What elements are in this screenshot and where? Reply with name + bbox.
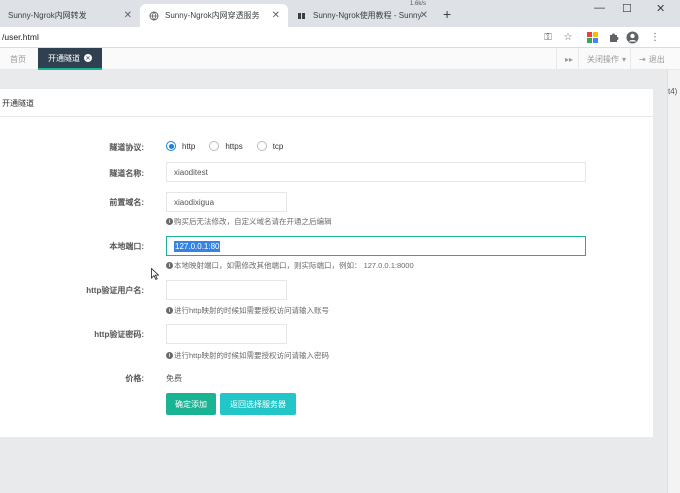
tab-title: Sunny-Ngrok内网转发	[8, 11, 87, 20]
puzzle-icon[interactable]	[606, 30, 620, 44]
tab-home-label: 首页	[10, 54, 26, 64]
tab-open-tunnel[interactable]: 开通隧道 ✕	[38, 48, 102, 70]
browser-tab-strip: Sunny-Ngrok内网转发 ✕ Sunny-Ngrok内网穿透服务 ✕ Su…	[0, 0, 680, 27]
local-port-value: 127.0.0.1:80	[174, 240, 221, 252]
radio-unchecked-icon[interactable]	[209, 141, 220, 151]
tunnel-name-input[interactable]: xiaoditest	[166, 162, 586, 182]
protocol-radio-group: http https tcp	[166, 141, 297, 151]
subdomain-input[interactable]: xiaodixigua	[166, 192, 287, 212]
open-tunnel-panel: 开通隧道 隧道协议: http https tcp 隧道名称: xiaodite…	[0, 87, 653, 437]
tab-title: Sunny-Ngrok内网穿透服务	[165, 11, 260, 20]
close-icon[interactable]: ✕	[272, 10, 280, 21]
radio-https[interactable]: https	[209, 141, 243, 151]
url-field[interactable]: /user.html	[2, 32, 39, 42]
logout-label: 退出	[648, 54, 665, 64]
app-tab-bar: 首页 开通隧道 ✕ ▸▸ 关闭操作 ▾ ⇥ 退出	[0, 48, 680, 70]
browser-tab-active[interactable]: Sunny-Ngrok内网穿透服务 ✕	[140, 4, 288, 27]
subdomain-label: 前置域名:	[109, 198, 144, 207]
subdomain-help-text: 购买后无法修改，自定义域名请在开通之后编辑	[174, 217, 332, 226]
tab-title: Sunny-Ngrok使用教程 - Sunny	[313, 11, 422, 20]
radio-http-label: http	[182, 141, 196, 151]
local-port-help: i 本地映射端口，如需修改其他端口，则实际端口，例如： 127.0.0.1:80…	[166, 260, 414, 271]
close-ops-label: 关闭操作	[587, 54, 619, 64]
http-pass-label: http验证密码:	[94, 330, 144, 339]
minimize-icon[interactable]: —	[594, 2, 605, 14]
logout-icon: ⇥	[639, 54, 646, 64]
radio-https-label: https	[225, 141, 243, 151]
info-icon: i	[166, 218, 173, 225]
close-icon[interactable]: ✕	[124, 10, 132, 21]
key-icon[interactable]: ⚿	[541, 30, 555, 44]
subdomain-help: i 购买后无法修改，自定义域名请在开通之后编辑	[166, 216, 332, 227]
http-pass-help-text: 进行http映射的时候如需要授权访问请输入密码	[174, 351, 330, 360]
globe-icon	[148, 10, 159, 21]
mouse-cursor-icon	[151, 268, 159, 280]
browser-tab[interactable]: Sunny-Ngrok内网转发 ✕	[0, 4, 140, 27]
panel-title: 开通隧道	[2, 99, 34, 108]
http-user-label: http验证用户名:	[86, 286, 144, 295]
close-icon[interactable]: ✕	[420, 10, 428, 21]
window-close-icon[interactable]: ✕	[656, 2, 665, 15]
logout-button[interactable]: ⇥ 退出	[630, 48, 673, 70]
http-user-help: i 进行http映射的时候如需要授权访问请输入账号	[166, 305, 329, 316]
http-user-input[interactable]	[166, 280, 287, 300]
info-icon: i	[166, 262, 173, 269]
info-icon: i	[166, 307, 173, 314]
http-pass-help: i 进行http映射的时候如需要授权访问请输入密码	[166, 350, 329, 361]
caret-down-icon: ▾	[622, 54, 627, 64]
right-gutter	[667, 70, 680, 493]
tunnel-name-label: 隧道名称:	[109, 169, 144, 178]
browser-tab[interactable]: Sunny-Ngrok使用教程 - Sunny ✕	[288, 4, 436, 27]
radio-tcp-label: tcp	[272, 141, 284, 151]
tab-close-icon[interactable]: ✕	[84, 54, 92, 62]
gutter-text: t4)	[668, 87, 678, 96]
maximize-icon[interactable]: ☐	[622, 2, 632, 15]
radio-http[interactable]: http	[166, 141, 195, 151]
http-pass-input[interactable]	[166, 324, 287, 344]
star-icon[interactable]: ☆	[561, 30, 575, 44]
divider	[0, 116, 653, 117]
tab-open-tunnel-label: 开通隧道	[48, 53, 80, 63]
price-value: 免费	[166, 374, 182, 383]
local-port-label: 本地端口:	[109, 242, 144, 251]
address-bar: /user.html ⚿ ☆ ⋮	[0, 27, 680, 48]
radio-checked-icon[interactable]	[166, 141, 176, 151]
tab-home[interactable]: 首页	[0, 48, 36, 70]
radio-unchecked-icon[interactable]	[256, 141, 267, 151]
confirm-add-button[interactable]: 确定添加	[166, 393, 216, 415]
menu-dots-icon[interactable]: ⋮	[648, 30, 662, 44]
page-icon	[296, 10, 307, 21]
forward-icon[interactable]: ▸▸	[556, 48, 578, 70]
close-ops-dropdown[interactable]: 关闭操作 ▾	[578, 48, 634, 70]
network-speed: 1.6k/s	[410, 1, 427, 7]
protocol-label: 隧道协议:	[109, 143, 144, 152]
profile-icon[interactable]	[625, 30, 639, 44]
back-select-server-button[interactable]: 返回选择服务器	[220, 393, 296, 415]
http-user-help-text: 进行http映射的时候如需要授权访问请输入账号	[174, 306, 330, 315]
price-label: 价格:	[125, 374, 144, 383]
info-icon: i	[166, 352, 173, 359]
extension-color-icon[interactable]	[585, 30, 599, 44]
local-port-input[interactable]: 127.0.0.1:80	[166, 236, 586, 256]
new-tab-icon[interactable]: +	[443, 6, 451, 22]
radio-tcp[interactable]: tcp	[256, 141, 284, 151]
local-port-help-text: 本地映射端口，如需修改其他端口，则实际端口，例如： 127.0.0.1:8000	[174, 261, 414, 270]
